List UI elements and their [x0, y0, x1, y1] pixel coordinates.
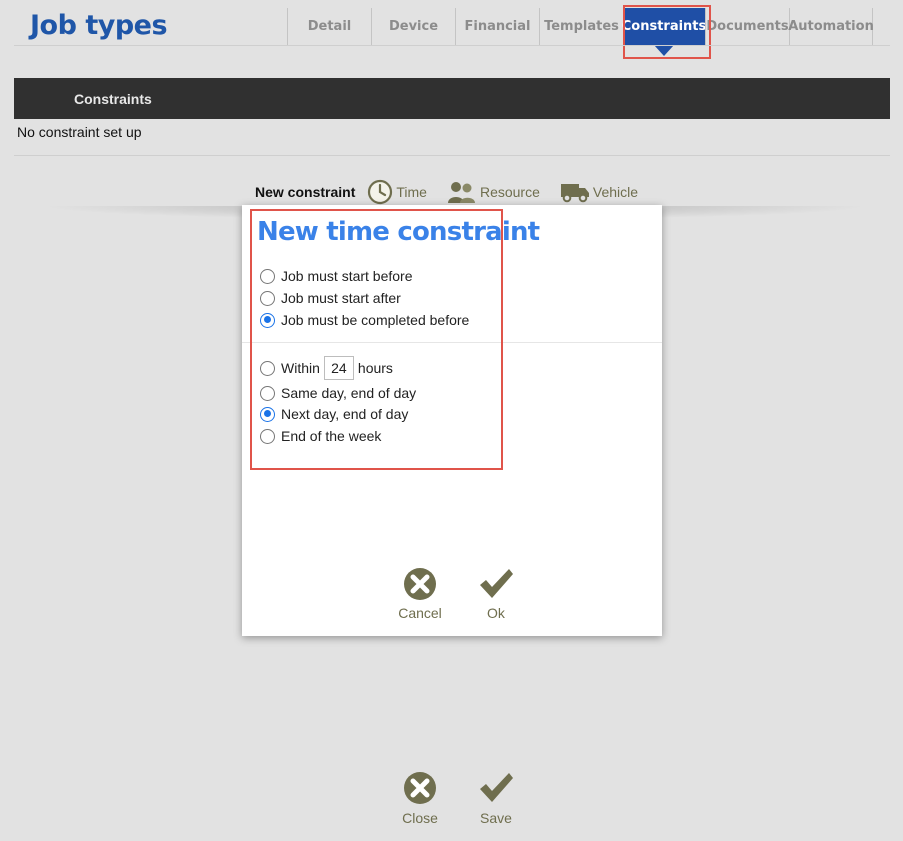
empty-constraints-message: No constraint set up — [17, 124, 142, 140]
radio-label: Job must be completed before — [281, 312, 470, 328]
checkmark-icon — [480, 773, 513, 802]
checkmark-icon — [480, 569, 513, 598]
radio-label: Job must start before — [281, 268, 413, 284]
radio-button-selected[interactable] — [260, 406, 275, 422]
new-vehicle-constraint-button[interactable]: Vehicle — [560, 181, 638, 203]
radio-completed-before[interactable]: Job must be completed before — [260, 310, 469, 330]
within-label: Within — [281, 360, 320, 376]
section-heading: Constraints — [74, 90, 152, 107]
ok-label: Ok — [487, 605, 505, 621]
radio-next-day[interactable]: Next day, end of day — [260, 404, 408, 424]
save-label: Save — [480, 810, 512, 826]
radio-same-day[interactable]: Same day, end of day — [260, 383, 416, 403]
radio-end-of-week[interactable]: End of the week — [260, 426, 381, 446]
tab-constraints[interactable]: Constraints — [622, 8, 706, 56]
tab-templates[interactable]: Templates — [539, 8, 623, 45]
close-label: Close — [402, 810, 438, 826]
radio-button-selected[interactable] — [260, 312, 275, 328]
radio-button[interactable] — [260, 428, 275, 444]
close-circle-icon — [404, 568, 436, 600]
new-time-constraint-button[interactable]: Time — [367, 179, 427, 205]
section-divider — [14, 155, 890, 156]
new-constraint-toolbar: New constraint Time Resource Vehicle — [255, 178, 658, 206]
cancel-button[interactable]: Cancel — [390, 566, 450, 621]
header-divider — [14, 45, 890, 46]
resource-option-label: Resource — [479, 184, 540, 200]
tab-detail[interactable]: Detail — [287, 8, 371, 45]
ok-button[interactable]: Ok — [466, 566, 526, 621]
radio-button[interactable] — [260, 385, 275, 401]
new-time-constraint-dialog: New time constraint Job must start befor… — [242, 205, 662, 636]
save-button[interactable]: Save — [466, 770, 526, 826]
radio-button[interactable] — [260, 290, 275, 306]
tab-financial[interactable]: Financial — [455, 8, 539, 45]
close-circle-icon — [404, 772, 436, 804]
close-button[interactable]: Close — [390, 770, 450, 826]
tab-documents[interactable]: Documents — [705, 8, 789, 45]
radio-label: Same day, end of day — [281, 385, 417, 401]
radio-start-before[interactable]: Job must start before — [260, 266, 413, 286]
hours-label: hours — [357, 360, 393, 376]
radio-button[interactable] — [260, 268, 275, 284]
radio-label: Next day, end of day — [281, 406, 409, 422]
radio-label: Job must start after — [281, 290, 401, 306]
radio-start-after[interactable]: Job must start after — [260, 288, 401, 308]
radio-within-hours[interactable]: Within hours — [260, 355, 393, 381]
vehicle-option-label: Vehicle — [592, 184, 639, 200]
tab-bar: Detail Device Financial Templates Constr… — [287, 8, 874, 56]
new-constraint-label: New constraint — [255, 184, 356, 200]
cancel-label: Cancel — [398, 605, 442, 621]
time-option-label: Time — [396, 184, 427, 200]
tab-automation[interactable]: Automation — [788, 8, 874, 45]
radio-button[interactable] — [260, 360, 275, 376]
page-title: Job types — [30, 10, 168, 41]
hours-input[interactable] — [323, 356, 354, 380]
people-icon — [447, 182, 475, 203]
dialog-title: New time constraint — [257, 217, 540, 247]
clock-icon — [368, 179, 393, 205]
tab-device[interactable]: Device — [371, 8, 455, 45]
constraints-section-header: Constraints — [14, 78, 890, 119]
van-icon — [560, 184, 589, 203]
dialog-divider — [242, 342, 662, 343]
new-resource-constraint-button[interactable]: Resource — [447, 180, 540, 204]
radio-label: End of the week — [281, 428, 382, 444]
